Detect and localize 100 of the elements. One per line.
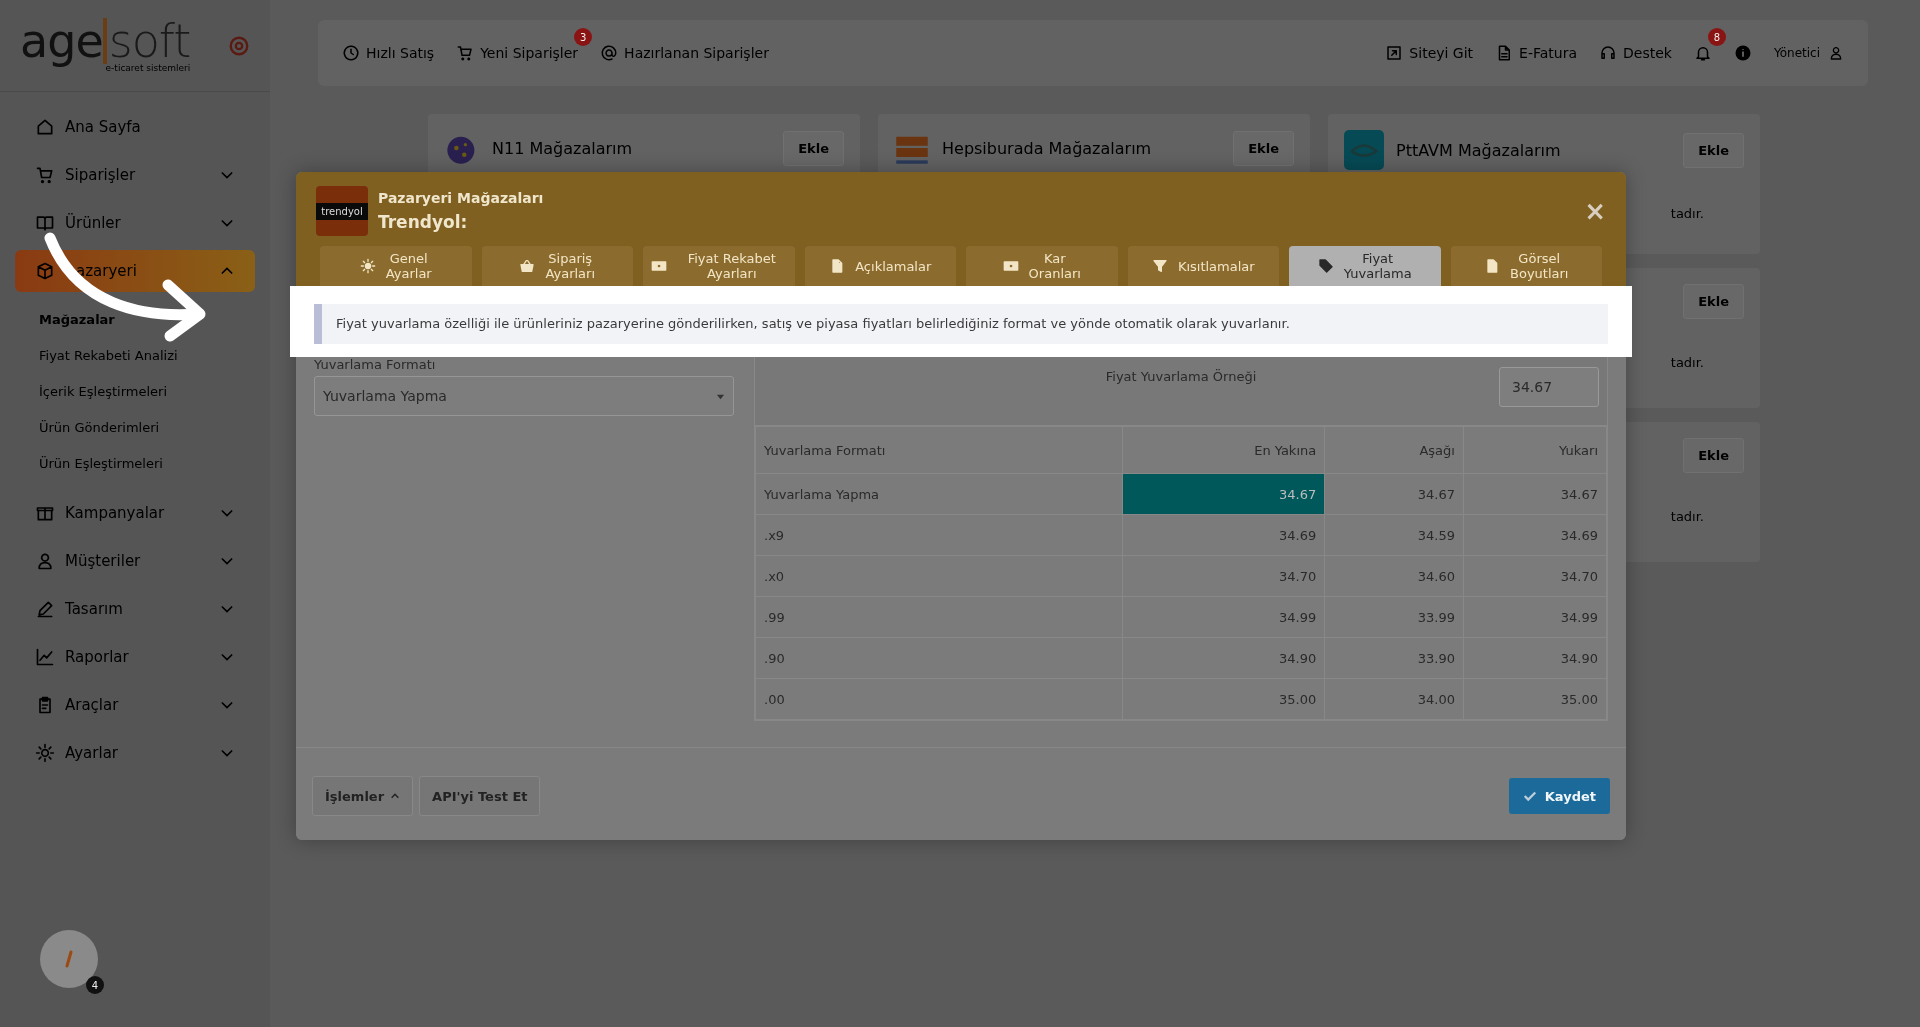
add-button[interactable]: Ekle [1233,130,1294,166]
add-button[interactable]: Ekle [1683,438,1744,473]
logo-text: soft [102,18,191,64]
sidebar-item[interactable]: Araçlar [15,684,255,726]
table-cell: 33.99 [1324,596,1464,638]
table-cell: 34.60 [1324,555,1464,597]
tab[interactable]: Fiyat Rekabet Ayarları [643,246,795,286]
close-button[interactable]: × [1584,196,1606,226]
filter-icon [1151,258,1168,274]
target-icon [228,34,250,57]
table-cell: 34.70 [1463,555,1607,597]
tab[interactable]: Kısıtlamalar [1127,246,1279,286]
modal-subtitle: Trendyol: [378,212,469,232]
basket-icon [519,258,536,274]
tab[interactable]: Fiyat Yuvarlama [1289,246,1441,286]
store-title: N11 Mağazalarım [492,138,633,158]
caret-icon [390,791,401,801]
sidebar-item[interactable]: Siparişler [15,154,255,196]
table-cell: .90 [755,637,1123,679]
tab[interactable]: Görsel Boyutları [1450,246,1602,286]
toolbar-link[interactable]: Destek [1599,44,1672,62]
toolbar-link[interactable]: Hızlı Satış [342,44,435,62]
add-button[interactable]: Ekle [1683,284,1744,319]
info-alert: Fiyat yuvarlama özelliği ile ürünleriniz pazaryerine gönderilirken, satış ve piyasa fiyatları belirlediğiniz format ve yönde otomatik olarak yuvarlanır. [314,304,1608,344]
field-label: Yuvarlama Formatı [314,357,437,372]
banknote-icon [651,258,667,274]
sidebar-item[interactable]: Ayarlar [15,732,255,774]
submenu-item[interactable]: Fiyat Rekabeti Analizi [39,338,178,374]
table-cell: 34.90 [1122,637,1325,679]
person-icon [1828,45,1844,61]
table-cell: 34.00 [1324,678,1464,720]
table-cell: 34.67 [1324,473,1464,515]
column-header: En Yakına [1122,426,1325,474]
submenu-item[interactable]: Ürün Gönderimleri [39,410,160,446]
sidebar-item[interactable]: Tasarım [15,588,255,630]
sidebar-item[interactable]: Kampanyalar [15,492,255,534]
sidebar-item[interactable]: Raporlar [15,636,255,678]
table-cell: 34.69 [1122,514,1325,556]
banknote-icon [1002,258,1019,274]
notification-button[interactable] [1693,44,1712,62]
tab[interactable]: Genel Ayarlar [320,246,472,286]
headset-icon [1599,44,1618,62]
save-button[interactable]: Kaydet [1508,778,1610,814]
external-link-icon [1385,44,1404,62]
table-cell: 34.90 [1463,637,1607,679]
table-cell: .x0 [755,555,1123,597]
card-text: tadır. [1670,206,1704,221]
info-icon[interactable] [1733,44,1752,62]
bell-icon [1693,44,1712,62]
table-cell: 34.69 [1463,514,1607,556]
toolbar-link[interactable]: Siteyi Git [1385,44,1474,62]
line-chart-icon [35,647,55,667]
add-button[interactable]: Ekle [1683,132,1744,168]
submenu-item[interactable]: Ürün Eşleştirmeleri [39,446,163,482]
table-cell: 35.00 [1122,678,1325,720]
tab[interactable]: Kar Oranları [966,246,1118,286]
house-icon [35,117,55,137]
tab[interactable]: Sipariş Ayarları [481,246,633,286]
card-text: tadır. [1670,355,1704,370]
user-name[interactable]: Yönetici [1773,46,1820,60]
toolbar-link[interactable]: Yeni Siparişler [456,44,579,62]
store-title: PttAVM Mağazalarım [1396,140,1561,160]
table-cell: 35.00 [1463,678,1607,720]
toolbar-link[interactable]: E-Fatura [1495,44,1578,62]
column-header: Aşağı [1324,426,1464,474]
store-title: Hepsiburada Mağazalarım [942,138,1152,158]
table-cell: .99 [755,596,1123,638]
clock-icon [342,44,360,62]
table-cell: Yuvarlama Yapma [755,473,1123,515]
actions-button[interactable]: İşlemler [312,776,414,816]
toolbar-link[interactable]: Hazırlanan Siparişler [600,44,769,62]
submenu-item[interactable]: İçerik Eşleştirmeleri [39,374,168,410]
column-header: Yukarı [1463,426,1607,474]
sidebar-item[interactable]: Müşteriler [15,540,255,582]
price-input[interactable]: 34.67 [1499,367,1599,407]
example-title: Fiyat Yuvarlama Örneği [1105,368,1257,386]
table-cell: .x9 [755,514,1123,556]
pencil-icon [35,599,55,619]
table-cell: 34.67 [1463,473,1607,515]
card-text: tadır. [1670,509,1704,524]
table-cell: 34.99 [1122,596,1325,638]
book-icon [35,213,55,233]
count-badge: 3 [574,28,593,46]
modal-title: Pazaryeri Mağazaları [378,190,544,206]
person-icon [35,551,55,571]
at-sign-icon [600,44,619,62]
format-dropdown[interactable]: Yuvarlama Yapma [314,376,734,416]
table-cell: 34.99 [1463,596,1607,638]
tab[interactable]: Açıklamalar [804,246,956,286]
sidebar-item[interactable]: azaryeri [15,250,255,292]
count-badge: 4 [86,976,104,994]
table-cell: 34.59 [1324,514,1464,556]
table-cell: 34.67 [1122,473,1325,515]
column-header: Yuvarlama Formatı [755,426,1123,474]
sidebar-item[interactable]: Ürünler [15,202,255,244]
submenu-item[interactable]: Mağazalar [39,302,115,338]
add-button[interactable]: Ekle [783,130,844,166]
test-api-button[interactable]: API'yi Test Et [419,776,541,816]
cart-icon [35,165,55,185]
sidebar-item[interactable]: Ana Sayfa [15,106,255,148]
